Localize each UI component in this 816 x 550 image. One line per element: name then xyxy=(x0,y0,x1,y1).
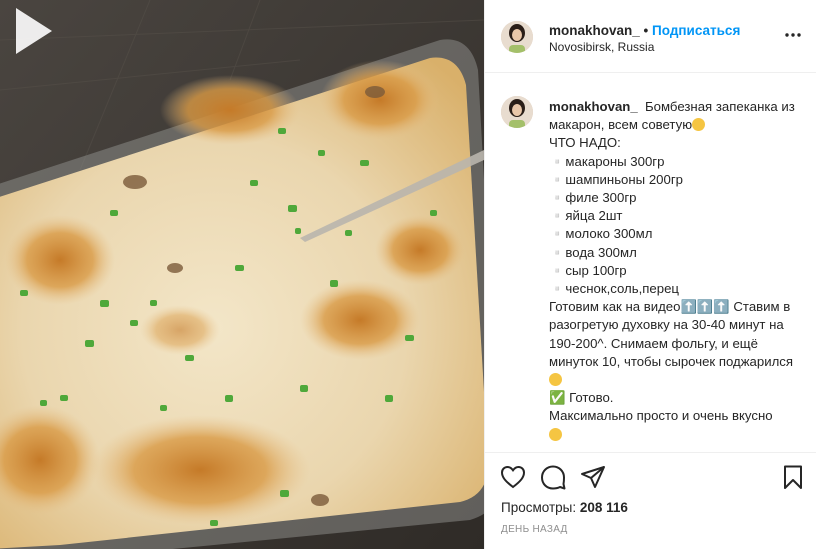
ingredient-item: ▫️молоко 300мл xyxy=(549,226,653,242)
ingredient-item: ▫️чеснок,соль,перец xyxy=(549,281,679,297)
share-icon[interactable] xyxy=(579,463,607,491)
post-timestamp[interactable]: ДЕНЬ НАЗАД xyxy=(501,524,568,535)
smile-emoji-icon xyxy=(549,427,562,441)
smile-emoji-icon xyxy=(692,118,706,132)
casserole-image xyxy=(0,0,484,549)
heart-icon[interactable] xyxy=(499,463,527,491)
caption-avatar[interactable] xyxy=(501,96,533,128)
comment-icon[interactable] xyxy=(539,463,567,491)
ingredient-item: ▫️филе 300гр xyxy=(549,190,637,206)
post-sidebar: monakhovan_ • Подписаться Novosibirsk, R… xyxy=(484,0,816,549)
views-count[interactable]: Просмотры: 208 116 xyxy=(501,500,628,515)
bookmark-icon[interactable] xyxy=(779,463,807,491)
ingredient-item: ▫️вода 300мл xyxy=(549,244,637,260)
caption-heading: ЧТО НАДО: xyxy=(549,135,621,151)
caption-closing: Максимально просто и очень вкусно xyxy=(549,408,773,424)
separator-dot: • xyxy=(643,23,649,38)
caption-area: monakhovan_ Бомбезная запеканка из макар… xyxy=(485,73,816,449)
post-video[interactable] xyxy=(0,0,484,549)
ingredient-item: ▫️яйца 2шт xyxy=(549,208,623,224)
views-number: 208 116 xyxy=(579,500,628,515)
caption-username[interactable]: monakhovan_ xyxy=(549,99,638,114)
wink-emoji-icon xyxy=(549,373,562,387)
follow-button[interactable]: Подписаться xyxy=(652,23,740,38)
ingredient-item: ▫️сыр 100гр xyxy=(549,262,627,278)
caption-instructions: Готовим как на видео⬆️⬆️⬆️ Ставим в разо… xyxy=(549,299,794,369)
play-icon[interactable] xyxy=(0,0,62,62)
more-horizontal-icon[interactable] xyxy=(783,28,803,42)
avatar[interactable] xyxy=(501,21,533,53)
post-username[interactable]: monakhovan_ xyxy=(549,23,640,38)
views-label: Просмотры: xyxy=(501,500,577,515)
caption-done: ✅ Готово. xyxy=(549,390,614,406)
post-header: monakhovan_ • Подписаться Novosibirsk, R… xyxy=(485,0,816,73)
ingredient-item: ▫️макароны 300гр xyxy=(549,153,665,169)
post-actions: Просмотры: 208 116 ДЕНЬ НАЗАД xyxy=(485,452,816,550)
ingredient-item: ▫️шампиньоны 200гр xyxy=(549,171,683,187)
post-location[interactable]: Novosibirsk, Russia xyxy=(549,40,654,54)
post-caption: monakhovan_ Бомбезная запеканка из макар… xyxy=(549,98,803,444)
